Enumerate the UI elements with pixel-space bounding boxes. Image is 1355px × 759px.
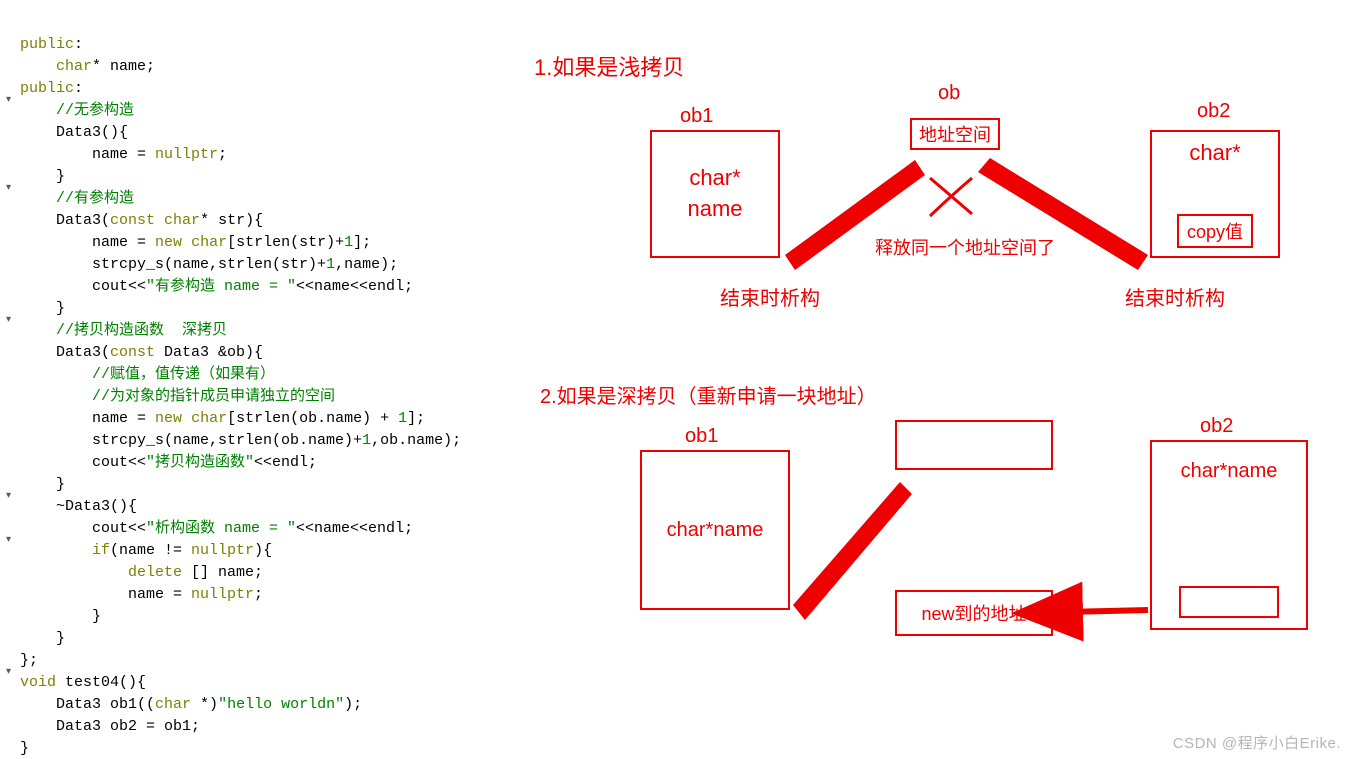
fold-marker: ▾ bbox=[6, 94, 11, 105]
text-charstarname-ob2: char*name bbox=[1181, 460, 1278, 483]
fold-marker: ▾ bbox=[6, 314, 11, 325]
box-ob1-bottom: char*name bbox=[640, 450, 790, 610]
box-ob2-bottom: char*name bbox=[1150, 440, 1308, 630]
title-deep-copy: 2.如果是深拷贝（重新申请一块地址） bbox=[540, 380, 877, 409]
fold-marker: ▾ bbox=[6, 534, 11, 545]
label-ob-top: ob bbox=[938, 82, 960, 105]
fold-marker: ▾ bbox=[6, 666, 11, 677]
box-address-space: 地址空间 bbox=[910, 118, 1000, 150]
text-charstar-ob1: char* bbox=[689, 163, 740, 194]
diagram-area: 1.如果是浅拷贝 ob1 ob ob2 地址空间 char* name char… bbox=[520, 0, 1355, 759]
label-ob2-bottom: ob2 bbox=[1200, 415, 1233, 438]
text-address-space: 地址空间 bbox=[919, 121, 991, 147]
text-charstarname-ob1: char*name bbox=[667, 519, 764, 542]
label-ob1-top: ob1 bbox=[680, 105, 713, 128]
fold-gutter: ▾ ▾ ▾ ▾ ▾ ▾ bbox=[0, 0, 18, 759]
fold-marker: ▾ bbox=[6, 182, 11, 193]
text-charstar-ob2: char* bbox=[1189, 140, 1240, 166]
code-block: public: char* name; public: //无参构造 Data3… bbox=[20, 12, 530, 759]
box-inner-ob2 bbox=[1179, 586, 1279, 618]
box-ob1-top: char* name bbox=[650, 130, 780, 258]
fold-marker: ▾ bbox=[6, 490, 11, 501]
box-ob2-top: char* copy值 bbox=[1150, 130, 1280, 258]
text-end-destruct-left: 结束时析构 bbox=[720, 282, 820, 311]
text-end-destruct-right: 结束时析构 bbox=[1125, 282, 1225, 311]
box-copy-value: copy值 bbox=[1177, 214, 1253, 248]
box-new-address: new到的地址 bbox=[895, 590, 1053, 636]
label-ob2-top: ob2 bbox=[1197, 100, 1230, 123]
text-release-same: 释放同一个地址空间了 bbox=[875, 234, 1055, 260]
text-name-ob1: name bbox=[687, 194, 742, 225]
title-shallow-copy: 1.如果是浅拷贝 bbox=[534, 50, 684, 82]
label-ob1-bottom: ob1 bbox=[685, 425, 718, 448]
watermark: CSDN @程序小白Erike. bbox=[1173, 732, 1341, 753]
box-empty-top bbox=[895, 420, 1053, 470]
text-new-address: new到的地址 bbox=[921, 600, 1026, 626]
